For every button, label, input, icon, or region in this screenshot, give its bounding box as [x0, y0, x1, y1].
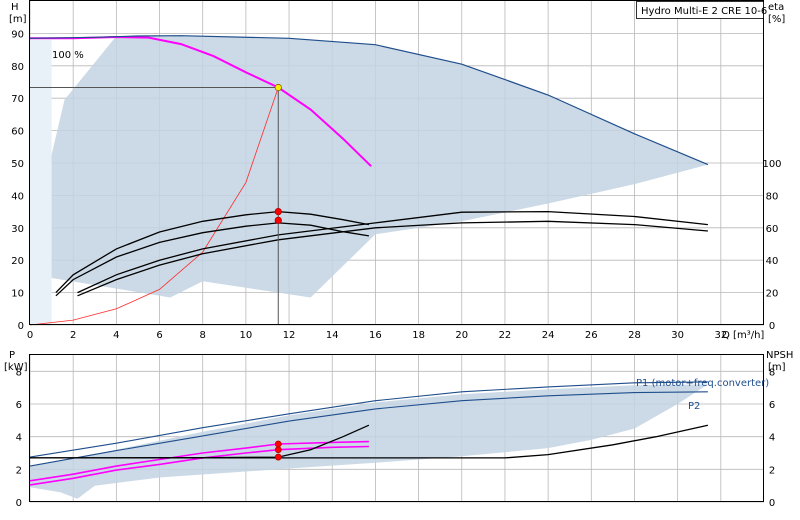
npsh-tick-label: 0 — [769, 498, 775, 509]
power-duty-marker-0 — [274, 440, 282, 448]
power-tick-label: 2 — [16, 465, 22, 476]
x-tick-label: 14 — [326, 330, 339, 341]
power-tick-label: 4 — [16, 433, 22, 444]
head-tick-label: 40 — [11, 191, 24, 202]
head-operating-range-area — [36, 35, 708, 298]
efficiency-annotation: 100 % — [52, 50, 84, 61]
x-tick-label: 28 — [628, 330, 641, 341]
pump-performance-chart: 0 2 4 6 8 10 12 14 16 18 20 22 24 26 28 30 3201020304050… — [4, 0, 793, 509]
x-tick-label: 10 — [240, 330, 253, 341]
head-chart: 0 2 4 6 8 10 12 14 16 18 20 22 24 26 28 30 3201020304050… — [9, 0, 785, 341]
x-tick-label: 16 — [369, 330, 382, 341]
head-tick-label: 30 — [11, 224, 24, 235]
power-duty-marker-1 — [274, 446, 282, 454]
flow-axis-label: Q [m³/h] — [722, 330, 764, 341]
head-tick-label: 70 — [11, 94, 24, 105]
x-tick-label: 24 — [542, 330, 555, 341]
x-tick-label: 6 — [156, 330, 162, 341]
npsh-tick-label: 6 — [769, 400, 775, 411]
head-axis-label: H — [11, 2, 19, 13]
eta-tick-label: 80 — [766, 191, 779, 202]
x-tick-label: 30 — [671, 330, 684, 341]
head-tick-label: 80 — [11, 62, 24, 73]
x-tick-label: 12 — [283, 330, 296, 341]
x-tick-label: 0 — [27, 330, 33, 341]
eta-tick-label: 60 — [766, 224, 779, 235]
head-tick-label: 60 — [11, 127, 24, 138]
power-axis-label: P — [9, 350, 15, 361]
low-flow-strip — [30, 39, 52, 325]
head-tick-label: 90 — [11, 29, 24, 40]
power-duty-marker-2 — [274, 453, 282, 461]
eta-tick-label: 0 — [769, 321, 775, 332]
x-tick-label: 2 — [70, 330, 76, 341]
head-tick-label: 0 — [18, 321, 24, 332]
chart-title: Hydro Multi-E 2 CRE 10-6 — [641, 6, 767, 17]
x-tick-label: 22 — [499, 330, 512, 341]
eta-axis-label: eta — [768, 2, 784, 13]
x-tick-label: 8 — [200, 330, 206, 341]
duty-point-marker-0 — [274, 83, 282, 92]
duty-point-marker-2 — [274, 216, 282, 224]
npsh-tick-label: 4 — [769, 433, 775, 444]
power-tick-label: 0 — [16, 498, 22, 509]
power-axis-unit: [kW] — [4, 362, 28, 373]
npsh-axis-unit: [m] — [768, 362, 786, 373]
duty-point-marker-1 — [274, 208, 282, 216]
head-operating-range — [30, 35, 708, 325]
legend-p1: P1 (motor+freq.converter) — [636, 378, 769, 389]
npsh-axis-label: NPSH — [766, 350, 793, 361]
legend-p2: P2 — [688, 401, 700, 412]
eta-axis-unit: [%] — [768, 14, 785, 25]
power-tick-label: 6 — [16, 400, 22, 411]
head-axis-unit: [m] — [9, 14, 27, 25]
eta-tick-label: 40 — [766, 256, 779, 267]
x-tick-label: 4 — [113, 330, 119, 341]
head-tick-label: 20 — [11, 256, 24, 267]
eta-tick-label: 20 — [766, 289, 779, 300]
eta-tick-label: 100 — [762, 159, 781, 170]
power-npsh-chart: 0246802468 P [kW] NPSH [m] P1 (motor+fre… — [4, 350, 793, 509]
head-tick-label: 50 — [11, 159, 24, 170]
head-tick-label: 10 — [11, 289, 24, 300]
x-tick-label: 26 — [585, 330, 598, 341]
x-tick-label: 20 — [455, 330, 468, 341]
npsh-tick-label: 2 — [769, 465, 775, 476]
x-tick-label: 18 — [412, 330, 425, 341]
